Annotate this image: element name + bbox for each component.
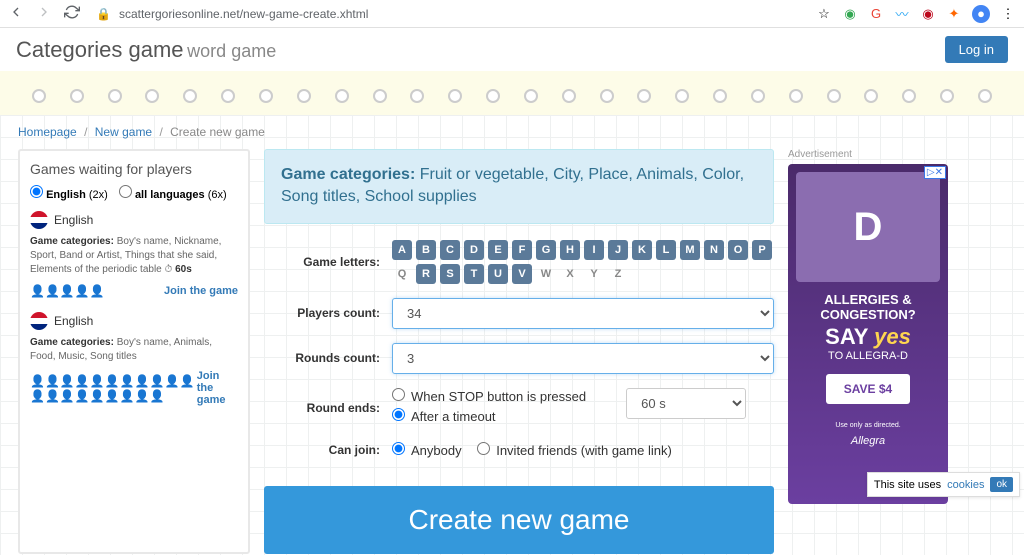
login-button[interactable]: Log in [945,36,1008,63]
filter-all[interactable]: all languages (6x) [119,189,227,201]
language-filter: English (2x) all languages (6x) [30,185,238,201]
browser-toolbar: 🔒 scattergoriesonline.net/new-game-creat… [0,0,1024,28]
site-header: Categories game word game Log in [0,28,1024,71]
letter-N[interactable]: N [704,240,724,260]
flag-icon [30,312,48,330]
binder-rings [0,89,1024,111]
letter-K[interactable]: K [632,240,652,260]
ad-label: Advertisement [788,149,978,160]
letter-U[interactable]: U [488,264,508,284]
reload-icon[interactable] [64,4,80,23]
rounds-label: Rounds count: [264,351,392,365]
join-game-link[interactable]: Join the game [164,285,238,297]
players-label: Players count: [264,306,392,320]
menu-icon[interactable]: ⋮ [1000,6,1016,22]
letter-L[interactable]: L [656,240,676,260]
letter-W[interactable]: W [536,264,556,284]
filter-english[interactable]: English (2x) [30,189,108,201]
create-game-button[interactable]: Create new game [264,486,774,554]
can-join-anybody[interactable]: Anybody [392,443,462,458]
categories-banner: Game categories: Fruit or vegetable, Cit… [264,149,774,224]
letter-S[interactable]: S [440,264,460,284]
ext-icon[interactable]: G [868,6,884,22]
ad-say-yes: SAY yes [796,324,940,350]
letter-X[interactable]: X [560,264,580,284]
join-game-link[interactable]: Join the game [197,370,238,406]
cookie-link[interactable]: cookies [947,479,984,491]
cookie-ok-button[interactable]: ok [990,477,1013,492]
create-game-form: Game categories: Fruit or vegetable, Cit… [264,149,774,554]
url-text: scattergoriesonline.net/new-game-create.… [119,7,368,21]
cookie-notice: This site uses cookies ok [867,472,1020,497]
round-ends-timeout[interactable]: After a timeout [392,408,586,424]
letter-J[interactable]: J [608,240,628,260]
letters-grid: ABCDEFGHIJKLMNOP QRSTUVWXYZ [392,240,774,284]
game-categories-text: Game categories: Boy's name, Nickname, S… [30,235,238,277]
ad-close-icon[interactable]: ▷✕ [924,166,946,179]
letter-G[interactable]: G [536,240,556,260]
letter-M[interactable]: M [680,240,700,260]
round-ends-stop[interactable]: When STOP button is pressed [392,388,586,404]
game-language: English [30,312,238,330]
ext-icon[interactable]: ◉ [842,6,858,22]
avatar-icon[interactable]: ● [972,5,990,23]
site-title: Categories game [16,37,184,62]
letter-T[interactable]: T [464,264,484,284]
letter-E[interactable]: E [488,240,508,260]
ext-icon[interactable]: ◉ [920,6,936,22]
round-ends-label: Round ends: [264,401,392,415]
address-bar[interactable]: 🔒 scattergoriesonline.net/new-game-creat… [96,7,800,21]
ad-logo: Allegra [796,435,940,447]
forward-icon[interactable] [36,4,52,23]
letter-I[interactable]: I [584,240,604,260]
letter-R[interactable]: R [416,264,436,284]
letter-Y[interactable]: Y [584,264,604,284]
letter-Q[interactable]: Q [392,264,412,284]
rounds-count-select[interactable]: 3 [392,343,774,374]
ad-disclaimer: Use only as directed. [796,422,940,429]
can-join-invited[interactable]: Invited friends (with game link) [477,443,672,458]
site-subtitle: word game [187,41,276,61]
lock-icon: 🔒 [96,7,111,21]
player-slots-icons: 👤👤👤👤👤 [30,283,105,298]
ad-image: D [796,172,940,282]
letter-D[interactable]: D [464,240,484,260]
ad-banner[interactable]: ▷✕ D ALLERGIES & CONGESTION? SAY yes TO … [788,164,948,504]
players-count-select[interactable]: 34 [392,298,774,329]
letter-O[interactable]: O [728,240,748,260]
sidebar-waiting-games: Games waiting for players English (2x) a… [18,149,250,554]
waiting-game-item: English Game categories: Boy's name, Nic… [30,211,238,298]
letter-C[interactable]: C [440,240,460,260]
timeout-select[interactable]: 60 s [626,388,746,419]
game-categories-text: Game categories: Boy's name, Animals, Fo… [30,336,238,364]
back-icon[interactable] [8,4,24,23]
letter-Z[interactable]: Z [608,264,628,284]
star-icon[interactable]: ☆ [816,6,832,22]
breadcrumb-current: Create new game [170,125,265,139]
ext-icon[interactable]: ✦ [946,6,962,22]
breadcrumb: Homepage / New game / Create new game [18,125,1006,139]
ad-save-button[interactable]: SAVE $4 [826,374,910,404]
player-slots-icons: 👤👤👤👤👤👤👤👤👤👤👤👤👤👤👤👤👤👤👤👤 [30,373,197,403]
breadcrumb-new-game[interactable]: New game [95,125,152,139]
ext-icon[interactable]: 〰 [894,6,910,22]
can-join-label: Can join: [264,443,392,457]
letter-A[interactable]: A [392,240,412,260]
flag-icon [30,211,48,229]
browser-extensions: ☆ ◉ G 〰 ◉ ✦ ● ⋮ [816,5,1016,23]
letter-F[interactable]: F [512,240,532,260]
letter-H[interactable]: H [560,240,580,260]
letter-B[interactable]: B [416,240,436,260]
letters-label: Game letters: [264,255,392,269]
waiting-game-item: English Game categories: Boy's name, Ani… [30,312,238,406]
letter-P[interactable]: P [752,240,772,260]
ad-product: TO ALLEGRA-D [796,350,940,362]
ad-headline: ALLERGIES & CONGESTION? [796,292,940,322]
breadcrumb-home[interactable]: Homepage [18,125,77,139]
game-language: English [30,211,238,229]
sidebar-title: Games waiting for players [30,161,238,177]
letter-V[interactable]: V [512,264,532,284]
cookie-text: This site uses [874,479,941,491]
